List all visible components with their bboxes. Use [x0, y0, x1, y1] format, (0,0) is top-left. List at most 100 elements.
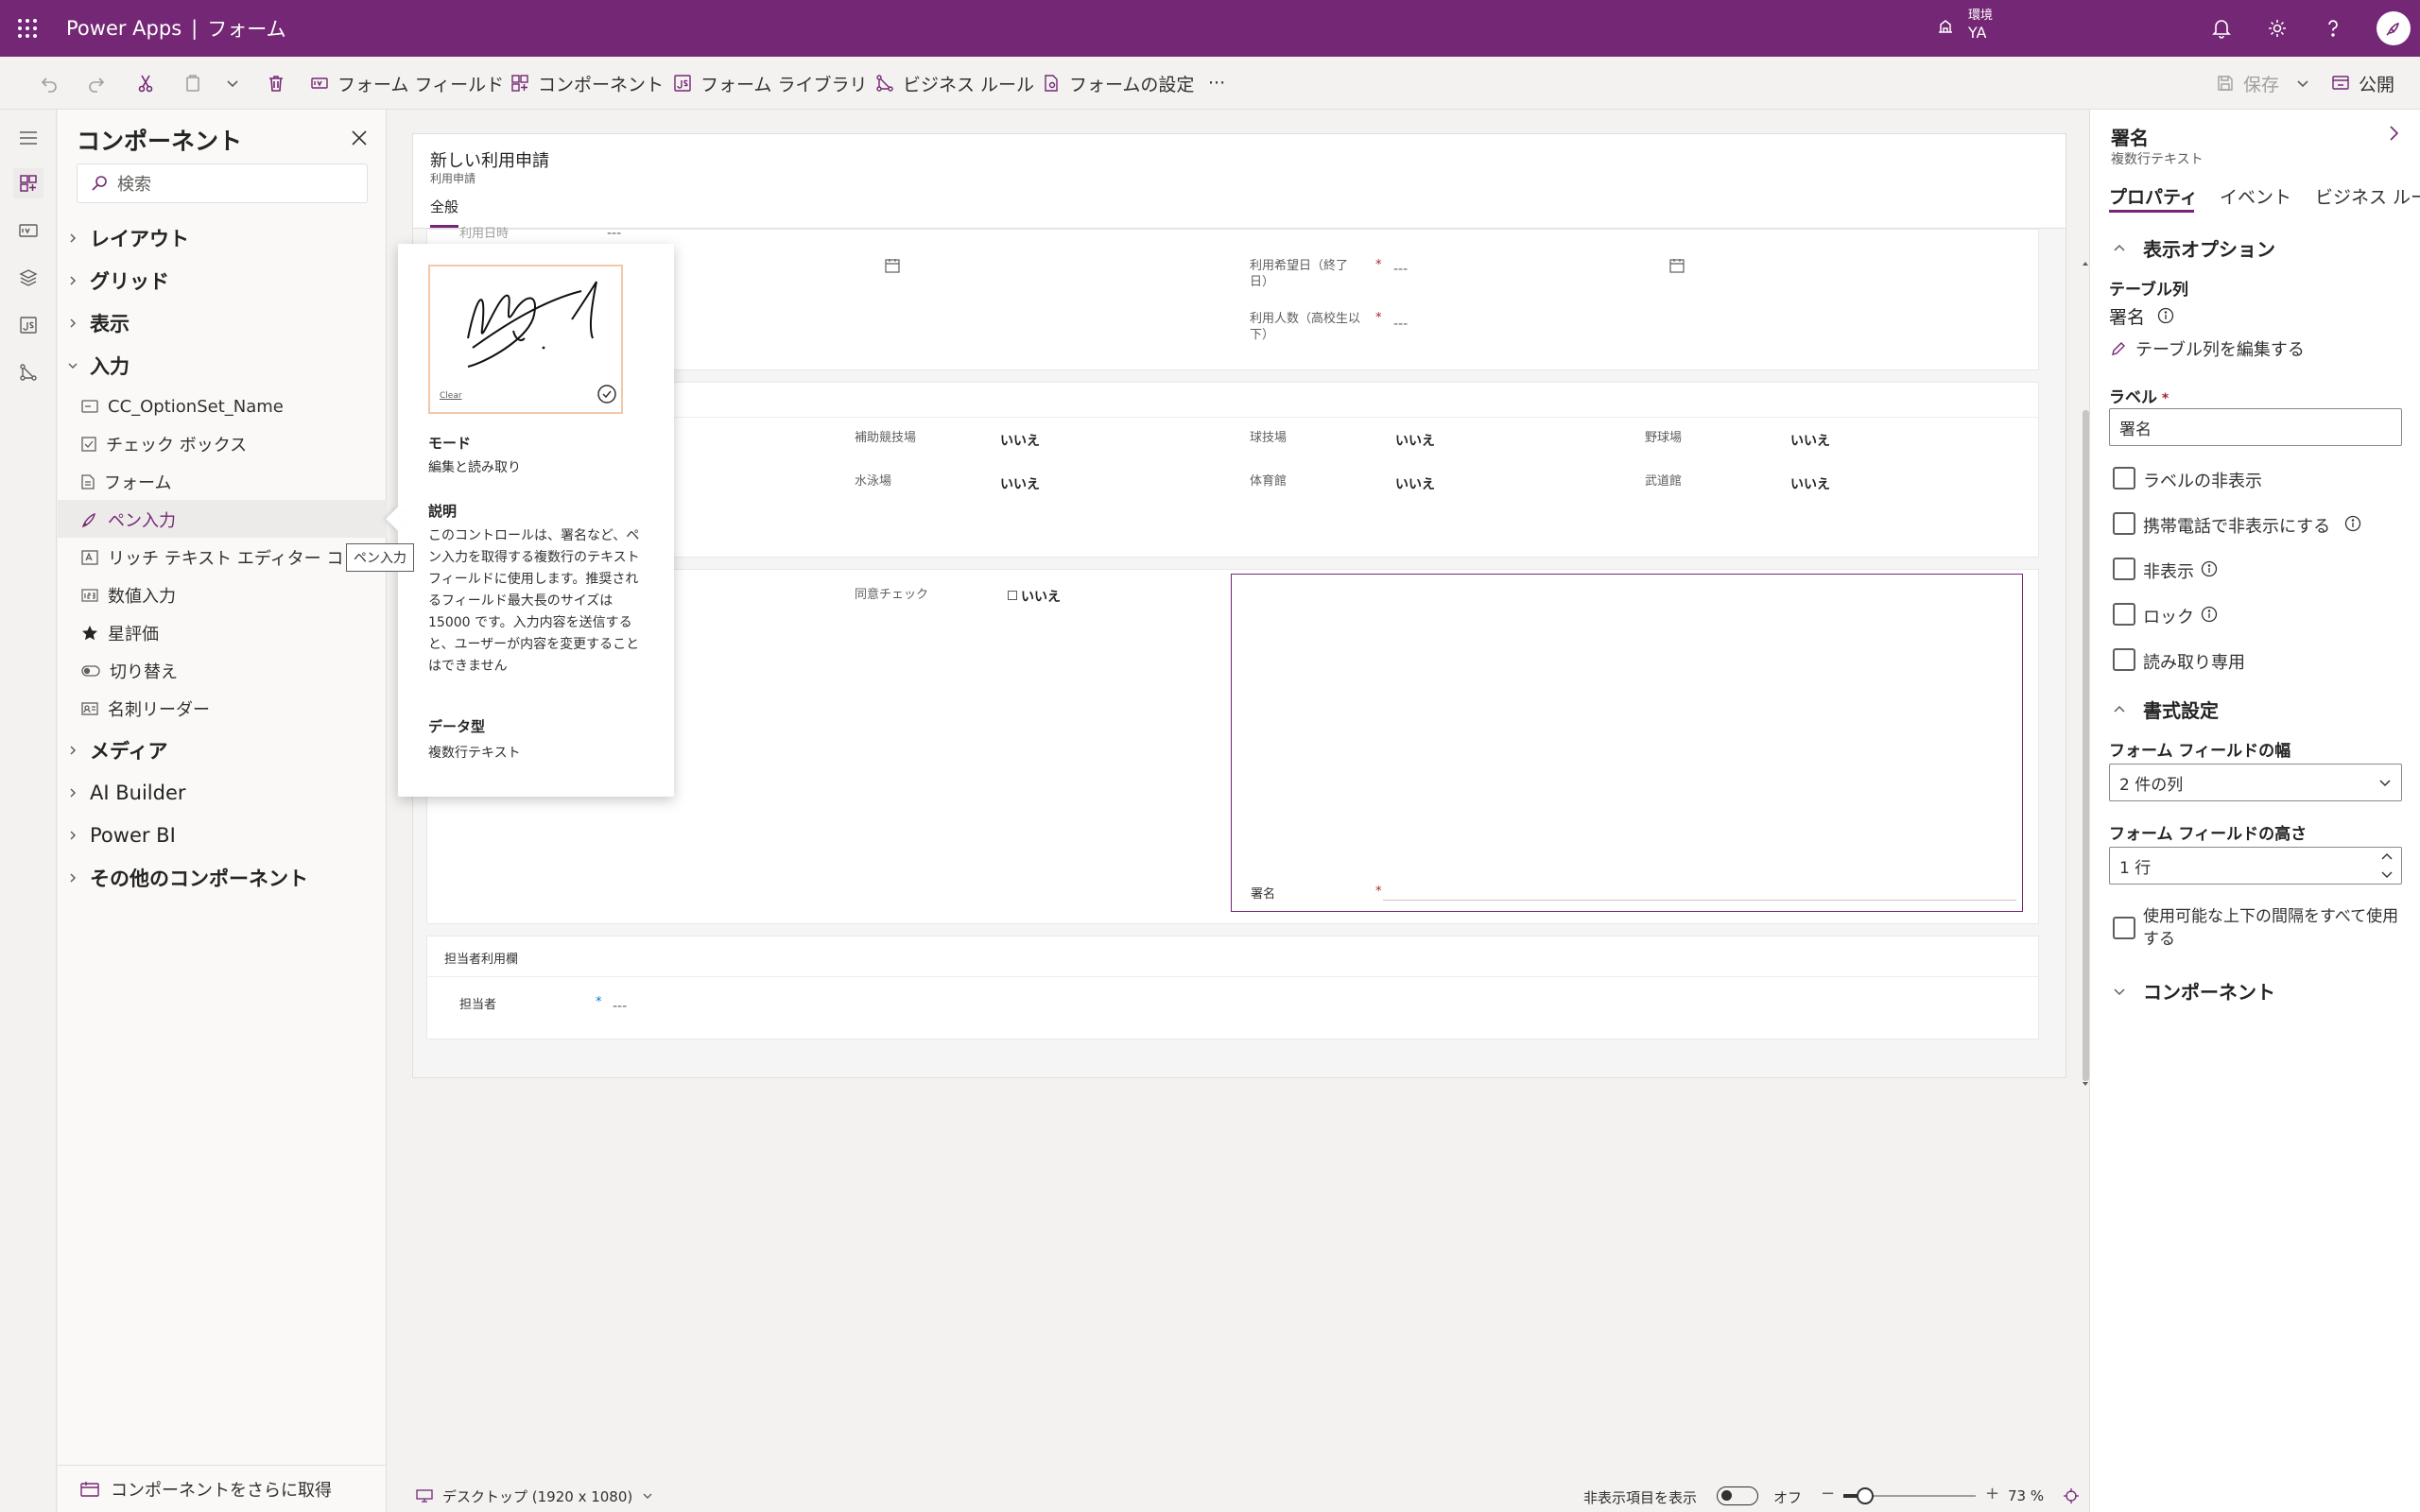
group-ai-builder-label: AI Builder: [90, 782, 186, 804]
tab-events[interactable]: イベント: [2220, 183, 2291, 209]
redo-icon[interactable]: [87, 57, 106, 110]
group-grid[interactable]: グリッド: [67, 264, 169, 298]
component-toggle[interactable]: 切り替え: [81, 654, 178, 688]
paste-icon[interactable]: [183, 57, 202, 110]
form-settings-button[interactable]: フォームの設定: [1042, 57, 1194, 110]
form-fields-button[interactable]: フォーム フィールド: [310, 57, 504, 110]
bell-icon[interactable]: [2206, 13, 2237, 43]
component-form[interactable]: フォーム: [81, 465, 171, 499]
required-marker: *: [1375, 258, 1382, 272]
hide-label-checkbox[interactable]: [2113, 467, 2135, 490]
components-icon: [510, 74, 529, 93]
app-launcher-icon[interactable]: [15, 16, 40, 41]
layers-rail-icon[interactable]: [13, 263, 43, 293]
tab-properties[interactable]: プロパティ: [2109, 183, 2198, 209]
signature-field-selected[interactable]: 署名 *: [1231, 574, 2023, 912]
stepper-down-icon[interactable]: [2380, 868, 2394, 881]
formatting-label: 書式設定: [2143, 699, 2219, 722]
publish-button[interactable]: 公開: [2331, 57, 2394, 110]
device-picker[interactable]: デスクトップ (1920 x 1080): [416, 1480, 653, 1512]
description-heading: 説明: [428, 503, 458, 520]
clear-link[interactable]: Clear: [440, 391, 462, 401]
hidden-checkbox[interactable]: [2113, 558, 2135, 580]
save-button[interactable]: 保存: [2216, 57, 2279, 110]
use-space-checkbox[interactable]: [2113, 917, 2135, 939]
hamburger-icon[interactable]: [13, 123, 43, 153]
search-input[interactable]: 検索: [77, 163, 368, 203]
component-star-rating[interactable]: 星評価: [81, 616, 159, 650]
avatar[interactable]: [2377, 11, 2411, 45]
calendar-icon[interactable]: [1669, 258, 1685, 273]
info-icon[interactable]: [2343, 514, 2362, 533]
more-commands-button[interactable]: ···: [1208, 57, 1225, 110]
display-options-header[interactable]: 表示オプション: [2113, 234, 2275, 262]
lock-checkbox[interactable]: [2113, 603, 2135, 626]
info-icon[interactable]: [2200, 605, 2219, 624]
business-rules-rail-icon[interactable]: [13, 357, 43, 387]
components-button[interactable]: コンポーネント: [510, 57, 664, 110]
chevron-right-icon: [67, 872, 78, 884]
form-library-rail-icon[interactable]: [13, 310, 43, 340]
info-icon[interactable]: [2200, 559, 2219, 578]
height-stepper[interactable]: 1 行: [2109, 847, 2402, 885]
gear-icon[interactable]: [2262, 13, 2292, 43]
form-title: 新しい利用申請: [430, 151, 549, 171]
component-number-input[interactable]: 数値入力: [81, 578, 176, 612]
cut-icon[interactable]: [136, 57, 155, 110]
tab-business-rules[interactable]: ビジネス ルール: [2315, 183, 2420, 209]
component-optionset[interactable]: CC_OptionSet_Name: [81, 389, 284, 423]
readonly-text: 読み取り専用: [2143, 653, 2245, 673]
info-icon[interactable]: [2156, 306, 2175, 325]
help-icon[interactable]: [2318, 13, 2348, 43]
brand-name[interactable]: Power Apps: [66, 17, 182, 40]
section-staff[interactable]: 担当者利用欄 担当者 * ---: [426, 936, 2039, 1040]
group-other[interactable]: その他のコンポーネント: [67, 861, 308, 895]
component-checkbox[interactable]: チェック ボックス: [81, 427, 247, 461]
label-input[interactable]: 署名: [2109, 408, 2402, 446]
fit-to-screen-icon[interactable]: [2063, 1487, 2080, 1504]
get-more-components-button[interactable]: コンポーネントをさらに取得: [58, 1465, 387, 1512]
business-rules-button[interactable]: ビジネス ルール: [875, 57, 1034, 110]
group-layout[interactable]: レイアウト: [67, 221, 189, 255]
component-business-card-reader[interactable]: 名刺リーダー: [81, 692, 210, 726]
width-select[interactable]: 2 件の列: [2109, 764, 2402, 801]
chevron-down-icon[interactable]: [225, 57, 240, 110]
group-display[interactable]: 表示: [67, 306, 130, 340]
app-header: Power Apps | フォーム 環境 YA: [0, 0, 2420, 57]
zoom-out-button[interactable]: −: [1821, 1484, 1835, 1503]
zoom-in-button[interactable]: +: [1985, 1484, 1999, 1503]
readonly-checkbox[interactable]: [2113, 648, 2135, 671]
show-hidden-toggle[interactable]: [1717, 1486, 1758, 1505]
zoom-slider[interactable]: [1843, 1487, 1976, 1504]
edit-column-link[interactable]: テーブル列を編集する: [2111, 336, 2305, 361]
calendar-icon[interactable]: [885, 258, 900, 273]
width-heading: フォーム フィールドの幅: [2109, 742, 2291, 761]
group-power-bi[interactable]: Power BI: [67, 818, 176, 852]
components-rail-icon[interactable]: [13, 168, 43, 198]
consent-label: 同意チェック: [855, 588, 929, 602]
description-text: このコントロールは、署名など、ペン入力を取得する複数行のテキスト フィールドに使…: [428, 528, 640, 674]
group-ai-builder[interactable]: AI Builder: [67, 776, 186, 810]
delete-icon[interactable]: [267, 57, 285, 110]
group-media[interactable]: メディア: [67, 733, 168, 767]
fields-rail-icon[interactable]: [13, 215, 43, 246]
components-header[interactable]: コンポーネント: [2113, 977, 2275, 1005]
tab-general[interactable]: 全般: [430, 197, 458, 216]
component-pen-input[interactable]: ペン入力: [81, 503, 176, 537]
stepper-up-icon[interactable]: [2380, 850, 2394, 864]
zoom-slider-thumb[interactable]: [1857, 1487, 1874, 1504]
group-input[interactable]: 入力: [67, 349, 130, 383]
formatting-header[interactable]: 書式設定: [2113, 696, 2219, 723]
checkbox-icon: [81, 437, 96, 452]
hide-mobile-checkbox[interactable]: [2113, 512, 2135, 535]
facility-value: いいえ: [1000, 434, 1040, 449]
consent-checkbox[interactable]: [1008, 591, 1017, 600]
form-library-button[interactable]: フォーム ライブラリ: [673, 57, 867, 110]
scroll-thumb[interactable]: [2083, 410, 2089, 1081]
undo-icon[interactable]: [40, 57, 59, 110]
save-options-chevron-icon[interactable]: [2295, 57, 2310, 110]
close-icon[interactable]: [346, 125, 372, 151]
chevron-right-icon[interactable]: [2387, 125, 2400, 142]
facility-label: 野球場: [1645, 431, 1683, 445]
environment-picker[interactable]: 環境 YA: [1936, 8, 1993, 43]
